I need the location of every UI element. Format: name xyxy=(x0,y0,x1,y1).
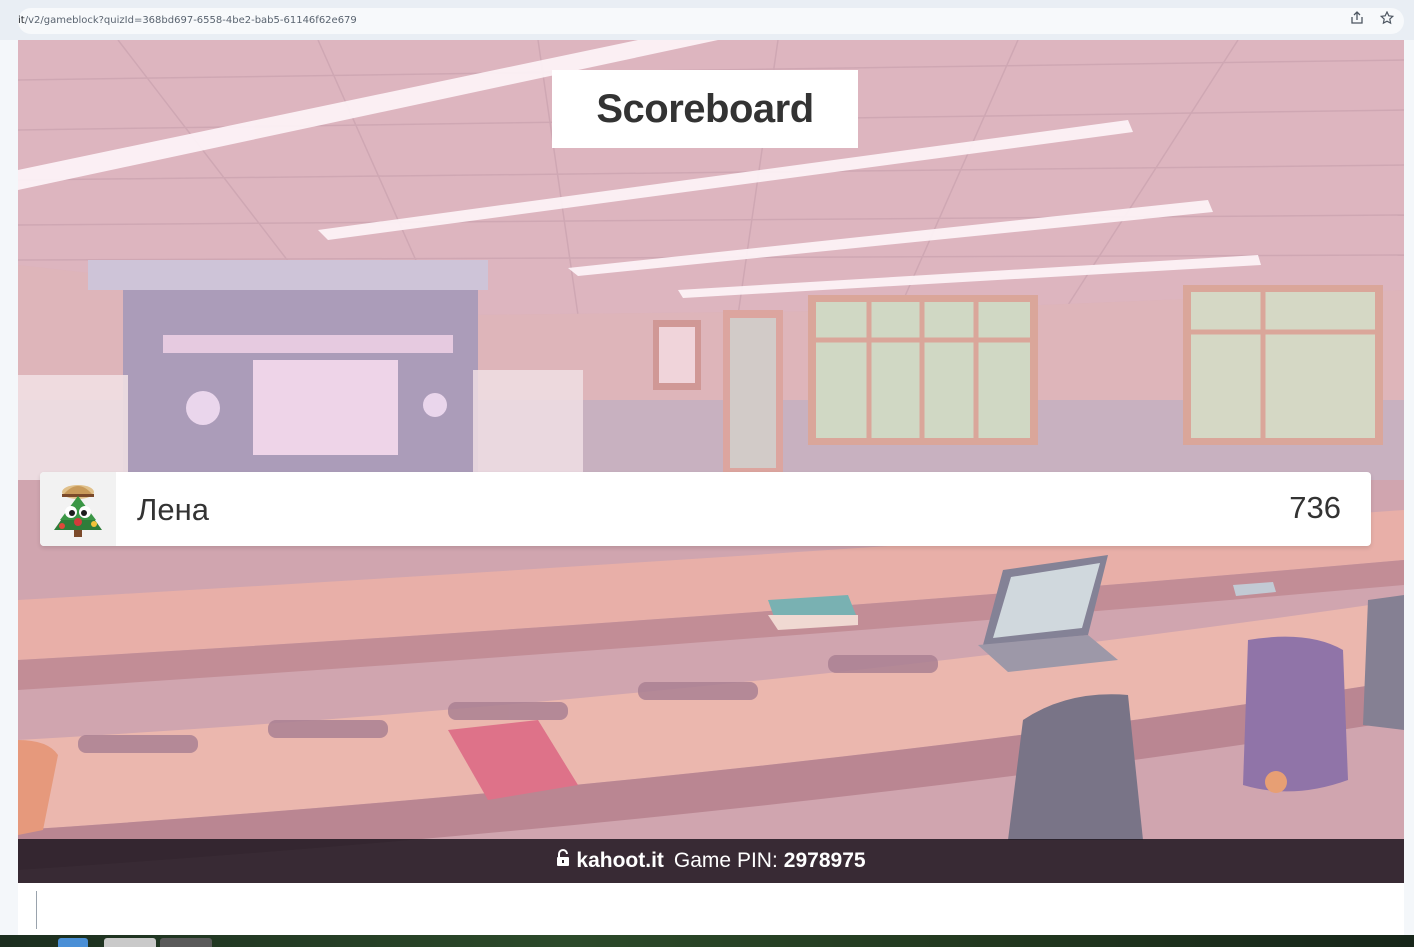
game-pin-value: 2978975 xyxy=(783,849,866,872)
game-pin-bar: kahoot.it Game PIN: 2978975 xyxy=(18,839,1404,883)
os-taskbar xyxy=(0,935,1414,947)
share-icon[interactable] xyxy=(1350,11,1364,28)
game-viewport: Scoreboard Лена 736 kahoot.it Game PIN: xyxy=(18,40,1404,883)
scoreboard-row: Лена 736 xyxy=(40,472,1371,546)
lock-icon xyxy=(556,849,570,873)
scoreboard-title: Scoreboard xyxy=(552,70,858,148)
left-gutter xyxy=(0,40,18,935)
browser-address-bar: it/v2/gameblock?quizId=368bd697-6558-4be… xyxy=(0,0,1414,40)
player-score: 736 xyxy=(1289,490,1341,525)
star-icon[interactable] xyxy=(1379,10,1395,28)
url-text[interactable]: it/v2/gameblock?quizId=368bd697-6558-4be… xyxy=(18,15,357,26)
url-path: /v2/gameblock?quizId=368bd697-6558-4be2-… xyxy=(24,15,357,26)
classroom-background xyxy=(18,40,1404,883)
page-blank-area xyxy=(18,883,1404,935)
kahoot-site-label: kahoot.it xyxy=(576,849,664,872)
game-pin-label: Game PIN: xyxy=(673,849,778,872)
taskbar-chrome-icon[interactable] xyxy=(104,938,156,947)
tree-monster-avatar-icon xyxy=(54,485,102,537)
text-caret xyxy=(36,891,37,929)
taskbar-app-icon[interactable] xyxy=(58,938,88,947)
url-field[interactable]: it/v2/gameblock?quizId=368bd697-6558-4be… xyxy=(18,8,1404,34)
player-avatar xyxy=(40,472,116,546)
url-host: it xyxy=(18,15,25,26)
taskbar-window-icon[interactable] xyxy=(160,938,212,947)
right-gutter xyxy=(1404,40,1414,935)
player-name: Лена xyxy=(137,492,209,527)
